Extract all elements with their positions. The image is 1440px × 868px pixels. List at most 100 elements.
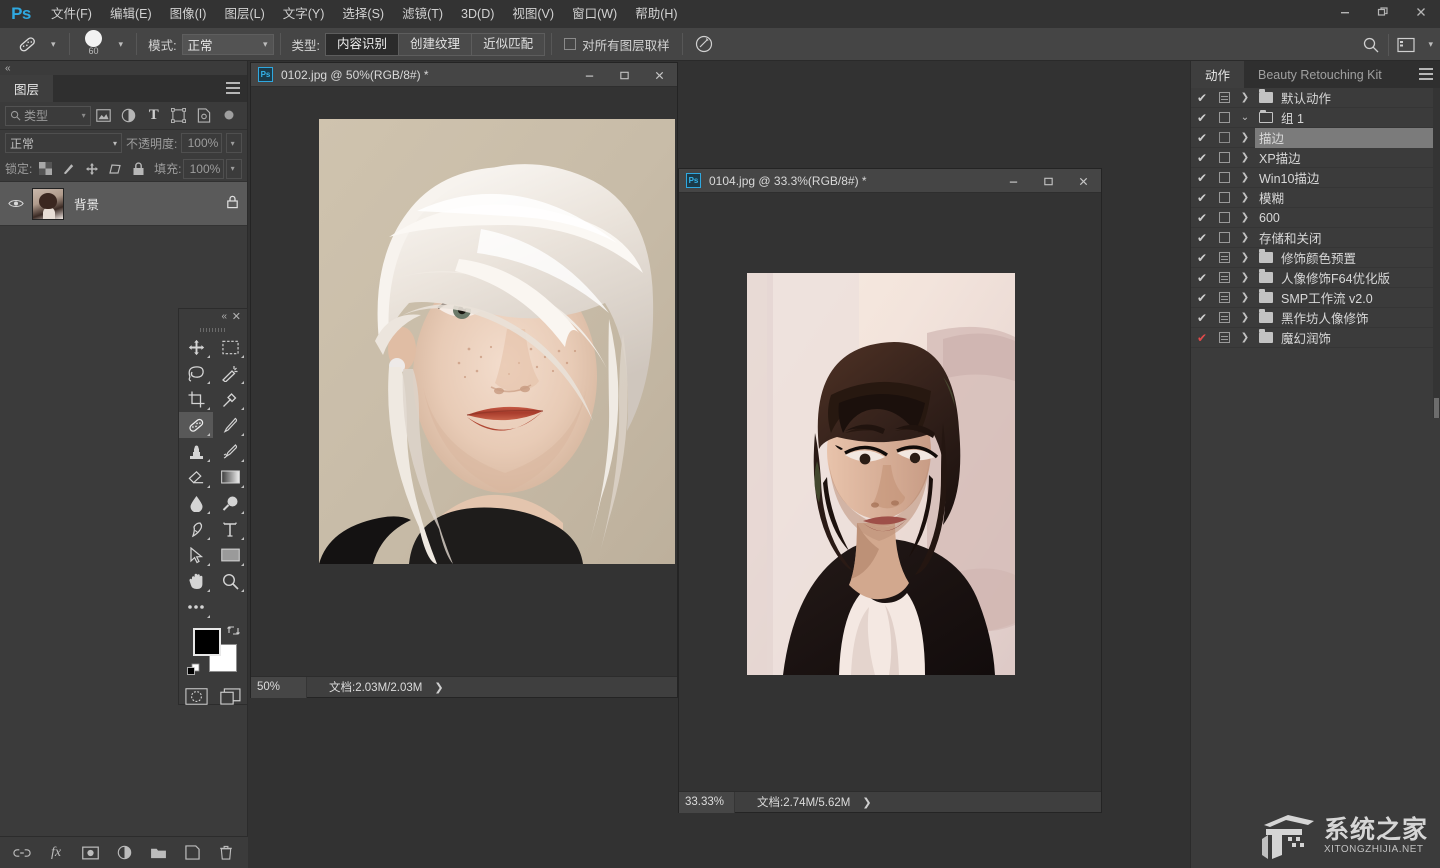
- doc-close-button[interactable]: [642, 63, 677, 87]
- filter-toggle-icon[interactable]: [217, 103, 242, 129]
- menu-file[interactable]: 文件(F): [42, 0, 101, 28]
- chevron-right-icon[interactable]: ❯: [1235, 132, 1255, 143]
- blend-mode-select[interactable]: 正常 ▾: [5, 133, 122, 153]
- lasso-tool[interactable]: [179, 360, 213, 386]
- options-bar-grip[interactable]: [0, 28, 10, 61]
- panel-menu-icon[interactable]: [226, 82, 240, 97]
- sample-all-layers-checkbox[interactable]: 对所有图层取样: [558, 35, 676, 54]
- layer-style-icon[interactable]: fx: [46, 843, 66, 863]
- path-selection-tool[interactable]: [179, 542, 213, 568]
- minimize-button[interactable]: [1326, 0, 1364, 24]
- spot-healing-brush-tool[interactable]: [179, 412, 213, 438]
- list-item[interactable]: ✔ ❯ 存储和关闭: [1191, 228, 1440, 248]
- panel-menu-icon[interactable]: [1419, 68, 1433, 83]
- workspace-chevron-icon[interactable]: ▾: [1421, 39, 1440, 50]
- chevron-right-icon[interactable]: ❯: [1235, 252, 1255, 263]
- tool-preset-chevron-icon[interactable]: ▾: [44, 39, 63, 50]
- action-dialog-toggle[interactable]: [1213, 232, 1235, 243]
- quick-mask-icon[interactable]: [179, 682, 213, 710]
- lock-position-icon[interactable]: [81, 158, 102, 180]
- action-enabled-check[interactable]: ✔: [1191, 291, 1213, 305]
- image-filter-icon[interactable]: [91, 103, 116, 129]
- lock-artboard-icon[interactable]: [104, 158, 125, 180]
- list-item[interactable]: 背景: [0, 182, 247, 226]
- action-enabled-check[interactable]: ✔: [1191, 211, 1213, 225]
- eraser-tool[interactable]: [179, 464, 213, 490]
- actions-scrollbar[interactable]: [1433, 88, 1440, 418]
- document-title-bar[interactable]: Ps 0104.jpg @ 33.3%(RGB/8#) *: [679, 169, 1101, 193]
- document-canvas[interactable]: [251, 87, 677, 676]
- layer-filter-type-select[interactable]: 类型 ▾: [5, 105, 91, 126]
- tab-beauty-retouching-kit[interactable]: Beauty Retouching Kit: [1244, 61, 1396, 88]
- tablet-pressure-icon[interactable]: [689, 28, 719, 61]
- menu-image[interactable]: 图像(I): [161, 0, 216, 28]
- action-dialog-toggle[interactable]: [1213, 272, 1235, 283]
- action-enabled-check[interactable]: ✔: [1191, 251, 1213, 265]
- menu-3d[interactable]: 3D(D): [452, 0, 503, 28]
- menu-layer[interactable]: 图层(L): [215, 0, 273, 28]
- status-expand-icon[interactable]: ❯: [422, 681, 443, 694]
- action-dialog-toggle[interactable]: [1213, 332, 1235, 343]
- rectangular-marquee-tool[interactable]: [213, 334, 247, 360]
- doc-minimize-button[interactable]: [996, 169, 1031, 193]
- horizontal-type-tool[interactable]: [213, 516, 247, 542]
- restore-button[interactable]: [1364, 0, 1402, 24]
- list-item[interactable]: ✔ ❯ 黑作坊人像修饰: [1191, 308, 1440, 328]
- brush-chevron-icon[interactable]: ▾: [112, 39, 131, 50]
- opacity-chevron-icon[interactable]: ▾: [226, 133, 242, 153]
- menu-window[interactable]: 窗口(W): [563, 0, 626, 28]
- lock-image-icon[interactable]: [58, 158, 79, 180]
- list-item[interactable]: ✔ ❯ 修饰颜色预置: [1191, 248, 1440, 268]
- doc-restore-button[interactable]: [607, 63, 642, 87]
- doc-minimize-button[interactable]: [572, 63, 607, 87]
- zoom-level[interactable]: 33.33%: [679, 791, 735, 813]
- chevron-right-icon[interactable]: ❯: [1235, 292, 1255, 303]
- menu-select[interactable]: 选择(S): [333, 0, 393, 28]
- menu-help[interactable]: 帮助(H): [626, 0, 686, 28]
- collapse-panel-icon[interactable]: «: [5, 63, 10, 74]
- search-icon[interactable]: [1356, 28, 1386, 61]
- doc-restore-button[interactable]: [1031, 169, 1066, 193]
- chevron-right-icon[interactable]: ❯: [1235, 332, 1255, 343]
- doc-close-button[interactable]: [1066, 169, 1101, 193]
- adjustment-filter-icon[interactable]: [116, 103, 141, 129]
- mode-select[interactable]: 正常 ▾: [181, 33, 274, 55]
- lock-all-icon[interactable]: [128, 158, 149, 180]
- adjustment-layer-icon[interactable]: [114, 843, 134, 863]
- delete-layer-icon[interactable]: [216, 843, 236, 863]
- chevron-right-icon[interactable]: ❯: [1235, 312, 1255, 323]
- document-window-0104[interactable]: Ps 0104.jpg @ 33.3%(RGB/8#) * 33.33% 文档:…: [678, 168, 1102, 813]
- list-item[interactable]: ✔ ⌄ 组 1: [1191, 108, 1440, 128]
- crop-tool[interactable]: [179, 386, 213, 412]
- action-dialog-toggle[interactable]: [1213, 132, 1235, 143]
- list-item[interactable]: ✔ ❯ XP描边: [1191, 148, 1440, 168]
- tools-panel-header[interactable]: « ✕: [179, 309, 247, 326]
- screen-mode-icon[interactable]: [213, 682, 247, 710]
- hand-tool[interactable]: [179, 568, 213, 594]
- type-proximity-match-button[interactable]: 近似匹配: [472, 33, 545, 55]
- status-expand-icon[interactable]: ❯: [850, 796, 871, 809]
- action-dialog-toggle[interactable]: [1213, 92, 1235, 103]
- eyedropper-tool[interactable]: [213, 386, 247, 412]
- chevron-right-icon[interactable]: ❯: [1235, 232, 1255, 243]
- action-dialog-toggle[interactable]: [1213, 172, 1235, 183]
- menu-view[interactable]: 视图(V): [503, 0, 563, 28]
- tab-actions[interactable]: 动作: [1191, 61, 1245, 88]
- edit-toolbar-tool[interactable]: [179, 594, 213, 620]
- list-item[interactable]: ✔ ❯ Win10描边: [1191, 168, 1440, 188]
- action-enabled-check[interactable]: ✔: [1191, 131, 1213, 145]
- chevron-right-icon[interactable]: ❯: [1235, 152, 1255, 163]
- action-enabled-check[interactable]: ✔: [1191, 231, 1213, 245]
- gradient-tool[interactable]: [213, 464, 247, 490]
- workspace-switcher-icon[interactable]: [1391, 28, 1421, 61]
- chevron-right-icon[interactable]: ❯: [1235, 192, 1255, 203]
- brush-preset-picker[interactable]: 60: [76, 28, 112, 61]
- tab-layers[interactable]: 图层: [0, 75, 54, 102]
- action-enabled-check[interactable]: ✔: [1191, 151, 1213, 165]
- list-item[interactable]: ✔ ❯ SMP工作流 v2.0: [1191, 288, 1440, 308]
- action-enabled-check[interactable]: ✔: [1191, 191, 1213, 205]
- menu-filter[interactable]: 滤镜(T): [393, 0, 452, 28]
- type-create-texture-button[interactable]: 创建纹理: [399, 33, 473, 55]
- action-enabled-check[interactable]: ✔: [1191, 311, 1213, 325]
- smartobject-filter-icon[interactable]: [192, 103, 217, 129]
